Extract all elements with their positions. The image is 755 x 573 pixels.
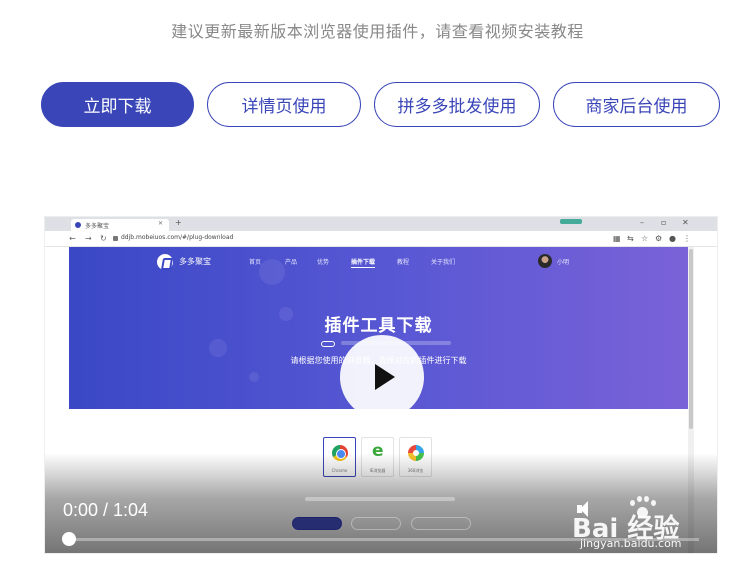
lock-icon (113, 236, 118, 241)
site-hero-title: 插件工具下载 (324, 316, 433, 336)
browser-tab-strip: 多多聚宝 ✕ + – ▫ ✕ (45, 217, 717, 231)
recording-indicator (560, 219, 582, 224)
browser-tab: 多多聚宝 ✕ (71, 219, 169, 231)
browser-address-bar: ← → ↻ ddjb.mobeiuos.com/#/plug-download … (45, 231, 717, 247)
maximize-icon: ▫ (661, 218, 667, 227)
site-mini-button (292, 517, 342, 530)
window-close-icon: ✕ (682, 218, 689, 227)
pdd-wholesale-usage-button[interactable]: 拼多多批发使用 (374, 82, 540, 127)
user-name: 小明 (557, 259, 570, 266)
star-icon: ☆ (641, 234, 649, 243)
url-field: ddjb.mobeiuos.com/#/plug-download (113, 234, 543, 244)
video-time-display: 0:00 / 1:04 (63, 500, 149, 520)
translate-icon: ⇆ (627, 234, 634, 243)
site-brand: 多多聚宝 (179, 257, 211, 266)
forward-icon: → (85, 234, 92, 243)
play-button[interactable] (340, 335, 424, 419)
new-tab-icon: + (175, 218, 182, 227)
site-nav-item: 教程 (397, 259, 410, 266)
site-mini-button (411, 517, 471, 530)
site-nav-item: 优势 (317, 259, 330, 266)
tab-favicon-icon (75, 222, 81, 228)
site-nav-item: 首页 (249, 259, 262, 266)
user-avatar (538, 254, 552, 268)
url-text: ddjb.mobeiuos.com/#/plug-download (121, 234, 234, 241)
watermark-url: jingyan.baidu.com (580, 537, 682, 550)
video-scrub-handle[interactable] (62, 532, 76, 546)
site-nav-item: 产品 (285, 259, 298, 266)
decor-dot (249, 372, 259, 382)
back-icon: ← (69, 234, 76, 243)
site-logo-icon (157, 254, 173, 270)
site-nav-item: 关于我们 (431, 259, 456, 266)
tab-close-icon: ✕ (157, 220, 163, 227)
minimize-icon: – (640, 218, 644, 227)
page-scroll-thumb (689, 249, 693, 429)
qr-icon: ▦ (613, 234, 621, 243)
extension-icon: ⚙ (655, 234, 663, 243)
menu-icon: ⋮ (683, 234, 691, 243)
site-faint-text (305, 497, 455, 501)
download-now-button[interactable]: 立即下载 (41, 82, 194, 127)
site-mini-button (351, 517, 401, 530)
install-hint-text: 建议更新最新版本浏览器使用插件，请查看视频安装教程 (171, 22, 584, 41)
reload-icon: ↻ (100, 234, 107, 243)
site-nav-item-active: 插件下载 (351, 259, 376, 268)
profile-icon: ● (669, 234, 676, 243)
decor-dot (259, 259, 285, 285)
detail-page-usage-button[interactable]: 详情页使用 (207, 82, 361, 127)
baidu-jingyan-watermark: Bai 经验 jingyan.baidu.com (572, 496, 752, 556)
merchant-backend-usage-button[interactable]: 商家后台使用 (553, 82, 720, 127)
hero-chip (321, 341, 335, 347)
browser-tab-title: 多多聚宝 (85, 223, 110, 230)
